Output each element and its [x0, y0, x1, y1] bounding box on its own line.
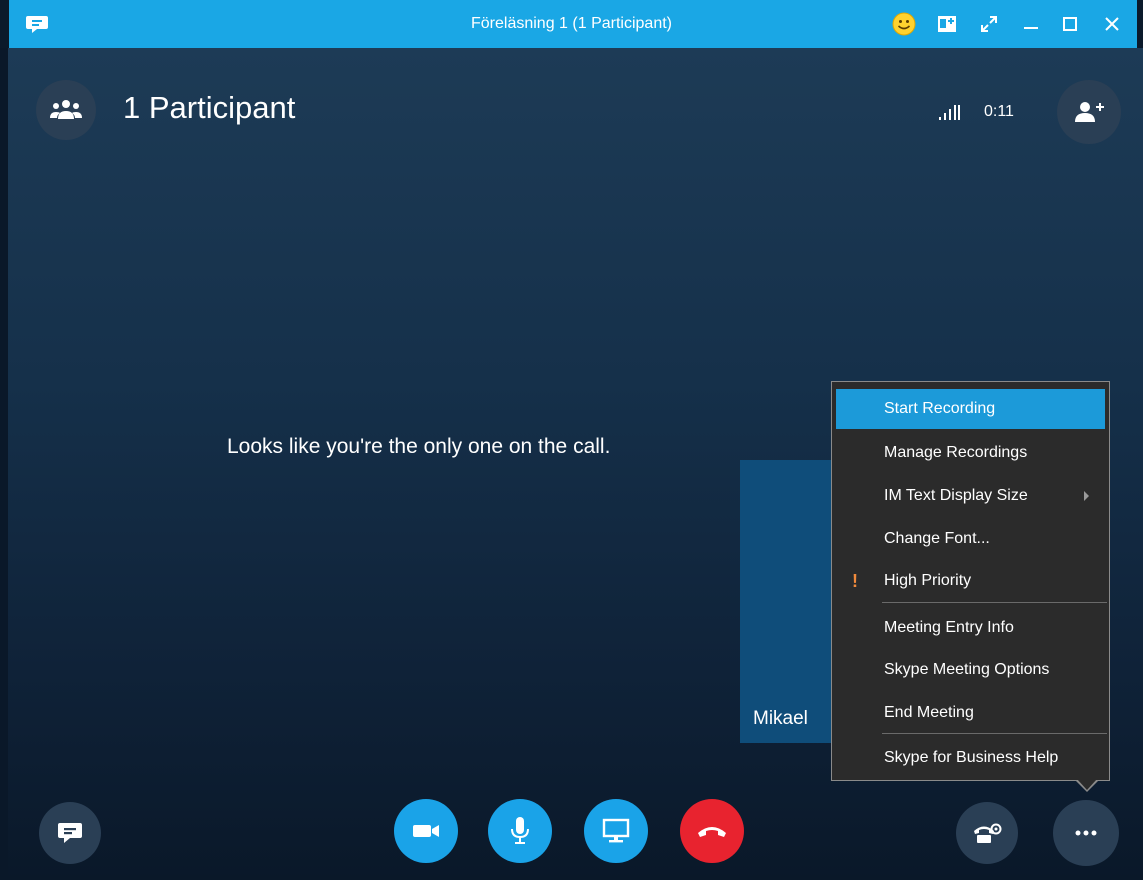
- menu-pointer-fill: [1077, 779, 1097, 790]
- menu-item-label: Manage Recordings: [884, 444, 1028, 461]
- participants-icon: [50, 100, 82, 119]
- call-controls-button[interactable]: [956, 802, 1018, 864]
- menu-item-meeting-entry-info[interactable]: Meeting Entry Info: [836, 608, 1105, 648]
- menu-separator: [882, 602, 1107, 603]
- menu-item-skype-meeting-options[interactable]: Skype Meeting Options: [836, 650, 1105, 690]
- chat-icon: [58, 823, 82, 843]
- emoji-icon[interactable]: [891, 12, 917, 36]
- window-edge: [0, 48, 8, 880]
- submenu-arrow-icon: [1084, 491, 1089, 501]
- menu-item-label: Skype Meeting Options: [884, 661, 1050, 678]
- menu-item-label: End Meeting: [884, 704, 974, 721]
- participants-count: 1 Participant: [123, 90, 296, 125]
- self-name: Mikael: [753, 708, 808, 729]
- screen-share-icon: [602, 818, 630, 843]
- menu-item-label: Change Font...: [884, 530, 990, 547]
- menu-item-im-text-display-size[interactable]: IM Text Display Size: [836, 476, 1105, 516]
- menu-item-change-font[interactable]: Change Font...: [836, 519, 1105, 559]
- more-options-button[interactable]: [1053, 800, 1119, 866]
- priority-icon: !: [852, 571, 858, 591]
- call-controls-icon: [974, 823, 1002, 843]
- hang-up-button[interactable]: [680, 799, 744, 863]
- menu-item-help[interactable]: Skype for Business Help: [836, 738, 1105, 778]
- minimize-icon[interactable]: [1018, 12, 1044, 36]
- menu-item-start-recording[interactable]: Start Recording: [836, 389, 1105, 429]
- title-bar[interactable]: Föreläsning 1 (1 Participant): [0, 0, 1143, 48]
- video-icon: [413, 825, 439, 837]
- add-participant-button[interactable]: [1057, 80, 1121, 144]
- window-title: Föreläsning 1 (1 Participant): [471, 15, 672, 32]
- screen-share-button[interactable]: [584, 799, 648, 863]
- menu-item-label: Skype for Business Help: [884, 749, 1059, 766]
- maximize-icon[interactable]: [1057, 12, 1083, 36]
- more-options-menu: Start Recording Manage Recordings IM Tex…: [831, 381, 1110, 781]
- add-person-icon: [1075, 102, 1104, 122]
- contact-card-icon[interactable]: [934, 12, 960, 36]
- signal-icon: [939, 105, 960, 120]
- hang-up-icon: [698, 827, 726, 837]
- menu-item-end-meeting[interactable]: End Meeting: [836, 693, 1105, 733]
- microphone-icon: [511, 817, 529, 844]
- alone-message: Looks like you're the only one on the ca…: [227, 435, 611, 458]
- menu-item-manage-recordings[interactable]: Manage Recordings: [836, 433, 1105, 473]
- menu-item-label: IM Text Display Size: [884, 487, 1028, 504]
- microphone-button[interactable]: [488, 799, 552, 863]
- fullscreen-icon[interactable]: [976, 12, 1002, 36]
- call-timer: 0:11: [984, 103, 1014, 120]
- chat-button[interactable]: [39, 802, 101, 864]
- menu-item-high-priority[interactable]: ! High Priority: [836, 561, 1105, 601]
- close-icon[interactable]: [1099, 12, 1125, 36]
- video-button[interactable]: [394, 799, 458, 863]
- menu-item-label: Meeting Entry Info: [884, 619, 1014, 636]
- participants-button[interactable]: [36, 80, 96, 140]
- self-video-tile[interactable]: [740, 460, 840, 743]
- more-options-icon: [1075, 830, 1097, 836]
- menu-item-label: High Priority: [884, 572, 972, 589]
- menu-item-label: Start Recording: [884, 400, 996, 417]
- menu-separator: [882, 733, 1107, 734]
